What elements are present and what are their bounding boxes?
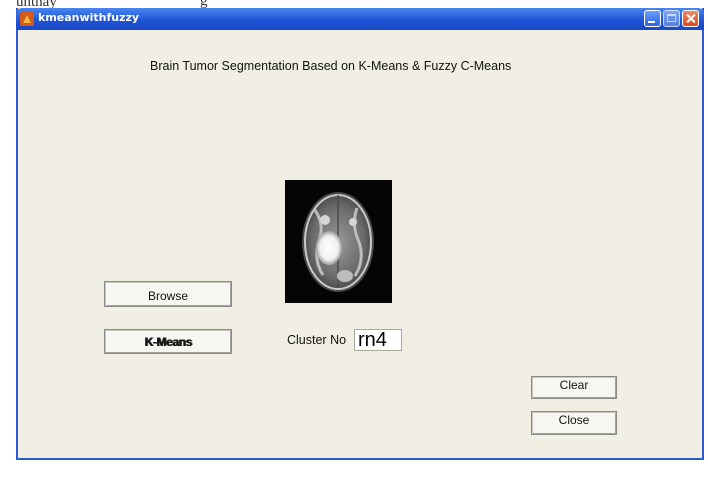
brain-mri-image (285, 180, 392, 303)
title-bar[interactable]: kmeanwithfuzzy (16, 8, 704, 30)
minimize-icon[interactable] (644, 10, 661, 27)
page-title: Brain Tumor Segmentation Based on K-Mean… (150, 59, 512, 73)
cluster-no-input[interactable]: rn4 (354, 329, 402, 351)
window-title: kmeanwithfuzzy (38, 11, 140, 24)
clear-button[interactable]: Clear (531, 376, 617, 399)
matlab-icon (20, 12, 34, 26)
maximize-icon[interactable] (663, 10, 680, 27)
close-button[interactable]: Close (531, 411, 617, 435)
browse-button[interactable]: Browse (104, 281, 232, 307)
close-icon[interactable] (682, 10, 699, 27)
cluster-no-label: Cluster No (287, 333, 347, 347)
kmeans-button[interactable]: K-Means (104, 329, 232, 354)
